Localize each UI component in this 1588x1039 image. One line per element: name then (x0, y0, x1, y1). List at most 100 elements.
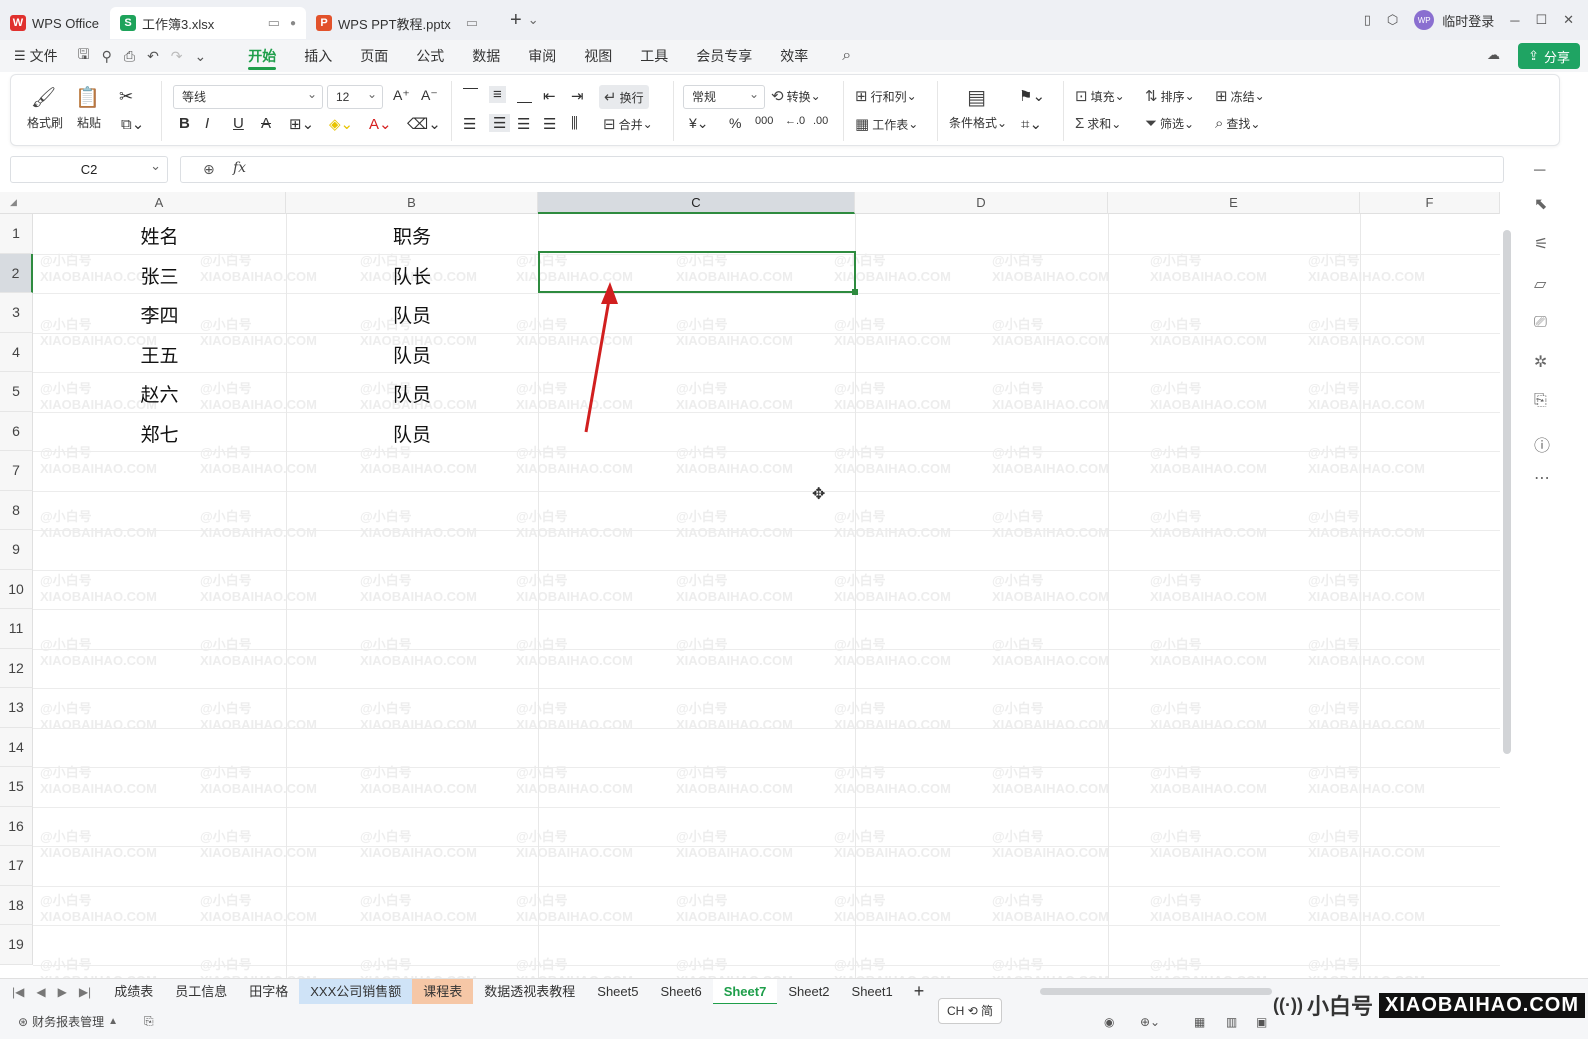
sheet-tab[interactable]: Sheet5 (586, 979, 649, 1005)
column-header-c[interactable]: C (538, 192, 855, 214)
chevron-up-icon[interactable]: ▲ (108, 1016, 118, 1027)
spreadsheet-grid[interactable]: @小白号 XIAOBAIHAO.COM @小白号 XIAOBAIHAO.COM @小白号… (0, 192, 1500, 978)
find-button[interactable]: ⌕ 查找 ⌄ (1215, 115, 1260, 132)
row-header-13[interactable]: 13 (0, 688, 33, 728)
row-header-4[interactable]: 4 (0, 332, 33, 372)
fx-icon[interactable]: fx (233, 160, 246, 176)
name-box[interactable]: C2 (10, 153, 168, 183)
align-bottom-icon[interactable]: ⎽ (517, 87, 532, 104)
percent-icon[interactable]: % (729, 115, 741, 131)
share-link-icon[interactable]: ⚲ (96, 48, 118, 65)
format-painter-button[interactable]: 🖌 格式刷 (27, 85, 63, 131)
row-header-14[interactable]: 14 (0, 727, 33, 767)
protect-icon[interactable]: ⊕⌄ (1140, 1015, 1160, 1029)
formula-input[interactable]: ⊕ fx (180, 156, 1504, 183)
row-header-15[interactable]: 15 (0, 767, 33, 807)
sheet-tab[interactable]: Sheet1 (841, 979, 904, 1005)
copy-icon[interactable]: ⧉⌄ (121, 115, 144, 133)
cube-icon[interactable]: ⬡ (1387, 12, 1398, 28)
settings-sliders-icon[interactable]: ⚟ (1534, 234, 1548, 254)
collapse-icon[interactable]: ─ (1534, 162, 1545, 180)
sheet-tab[interactable]: Sheet7 (712, 978, 778, 1005)
undo-icon[interactable]: ↶ (141, 48, 165, 65)
document-search-icon[interactable]: ⎘ (1534, 392, 1547, 410)
distribute-icon[interactable]: ⫼ (571, 115, 578, 132)
crop-icon[interactable]: ⌗⌄ (1021, 115, 1042, 133)
currency-icon[interactable]: ¥⌄ (689, 115, 709, 132)
sheet-tab[interactable]: 课程表 (412, 978, 474, 1005)
worksheet-button[interactable]: ▦ 工作表 ⌄ (855, 115, 918, 133)
decrease-decimal-icon[interactable]: .00 (813, 115, 828, 127)
cell-b5[interactable]: 队员 (286, 380, 538, 407)
login-label[interactable]: 临时登录 (1442, 11, 1494, 30)
menu-tools[interactable]: 工具 (626, 40, 682, 72)
cell-style-icon[interactable]: ⚑⌄ (1019, 87, 1045, 105)
row-header-10[interactable]: 10 (0, 569, 33, 609)
align-right-icon[interactable]: ☰ (517, 115, 530, 133)
row-header-9[interactable]: 9 (0, 530, 33, 570)
add-sheet-icon[interactable]: + (904, 981, 935, 1002)
cell-a6[interactable]: 郑七 (33, 420, 286, 447)
font-family-select[interactable]: 等线 (173, 83, 323, 109)
cell-b6[interactable]: 队员 (286, 420, 538, 447)
rows-cols-button[interactable]: ⊞ 行和列 ⌄ (855, 87, 917, 105)
select-all-corner[interactable]: ◢ (10, 197, 17, 208)
record-icon[interactable]: ⎘ (144, 1014, 154, 1029)
cut-icon[interactable]: ✂ (119, 87, 133, 107)
normal-view-icon[interactable]: ▦ (1194, 1015, 1205, 1029)
cell-a4[interactable]: 王五 (33, 341, 286, 368)
more-icon[interactable]: ⋯ (1534, 468, 1550, 488)
row-header-8[interactable]: 8 (0, 490, 33, 530)
cell-a1[interactable]: 姓名 (33, 222, 286, 249)
menu-member[interactable]: 会员专享 (682, 40, 766, 72)
menu-data[interactable]: 数据 (458, 40, 514, 72)
eye-icon[interactable]: ◉ (1104, 1015, 1114, 1029)
column-header-e[interactable]: E (1108, 192, 1360, 214)
convert-button[interactable]: ⟲ 转换 ⌄ (771, 87, 821, 105)
sheet-tab[interactable]: 员工信息 (164, 979, 238, 1005)
align-center-icon[interactable]: ☰ (489, 114, 511, 132)
redo-icon[interactable]: ↷ (165, 48, 189, 65)
wrap-text-button[interactable]: ↵ 换行 (599, 85, 649, 109)
search-icon[interactable]: ⌕ (836, 47, 857, 65)
save-icon[interactable]: 🖫 (72, 44, 96, 68)
row-header-19[interactable]: 19 (0, 925, 33, 965)
row-header-11[interactable]: 11 (0, 609, 33, 649)
note-icon[interactable]: ▱ (1534, 274, 1546, 294)
row-header-6[interactable]: 6 (0, 411, 33, 451)
monitor-icon[interactable]: ▭ (466, 15, 478, 31)
maximize-icon[interactable]: ☐ (1535, 12, 1547, 28)
filter-button[interactable]: ⏷ 筛选 ⌄ (1145, 115, 1194, 132)
minimize-icon[interactable]: ─ (1510, 13, 1519, 28)
row-header-2[interactable]: 2 (0, 253, 33, 293)
row-header-17[interactable]: 17 (0, 846, 33, 886)
share-button[interactable]: ⇪ 分享 (1518, 43, 1580, 69)
freeze-button[interactable]: ⊞ 冻结 ⌄ (1215, 87, 1265, 105)
hamburger-icon[interactable]: ☰ (14, 48, 26, 64)
cloud-icon[interactable]: ☁ (1487, 47, 1500, 63)
bold-icon[interactable]: B (179, 115, 190, 132)
menu-view[interactable]: 视图 (570, 40, 626, 72)
row-header-5[interactable]: 5 (0, 372, 33, 412)
row-header-18[interactable]: 18 (0, 885, 33, 925)
chevron-down-icon[interactable]: ⌄ (528, 12, 539, 28)
italic-icon[interactable]: I (205, 115, 209, 132)
sheet-tab[interactable]: 数据透视表教程 (473, 979, 586, 1005)
sheet-tab[interactable]: Sheet2 (777, 979, 840, 1005)
column-header-b[interactable]: B (286, 192, 538, 214)
sum-button[interactable]: Σ 求和 ⌄ (1075, 115, 1121, 132)
border-icon[interactable]: ⊞⌄ (289, 115, 314, 133)
help-icon[interactable]: ⓘ (1534, 432, 1550, 456)
underline-icon[interactable]: U (233, 115, 244, 132)
fill-color-icon[interactable]: ◈⌄ (329, 115, 353, 133)
break-view-icon[interactable]: ▣ (1256, 1015, 1267, 1029)
avatar[interactable]: WP (1414, 10, 1435, 30)
last-sheet-icon[interactable]: ▶| (73, 985, 97, 999)
menu-file[interactable]: 文件 (26, 40, 72, 72)
vertical-scrollbar[interactable] (1503, 230, 1511, 754)
cell-b4[interactable]: 队员 (286, 341, 538, 368)
indent-decrease-icon[interactable]: ⇤ (543, 87, 556, 105)
indent-increase-icon[interactable]: ⇥ (571, 87, 584, 105)
cell-b2[interactable]: 队长 (286, 262, 538, 289)
image-edit-icon[interactable]: ⎚ (1534, 314, 1547, 332)
